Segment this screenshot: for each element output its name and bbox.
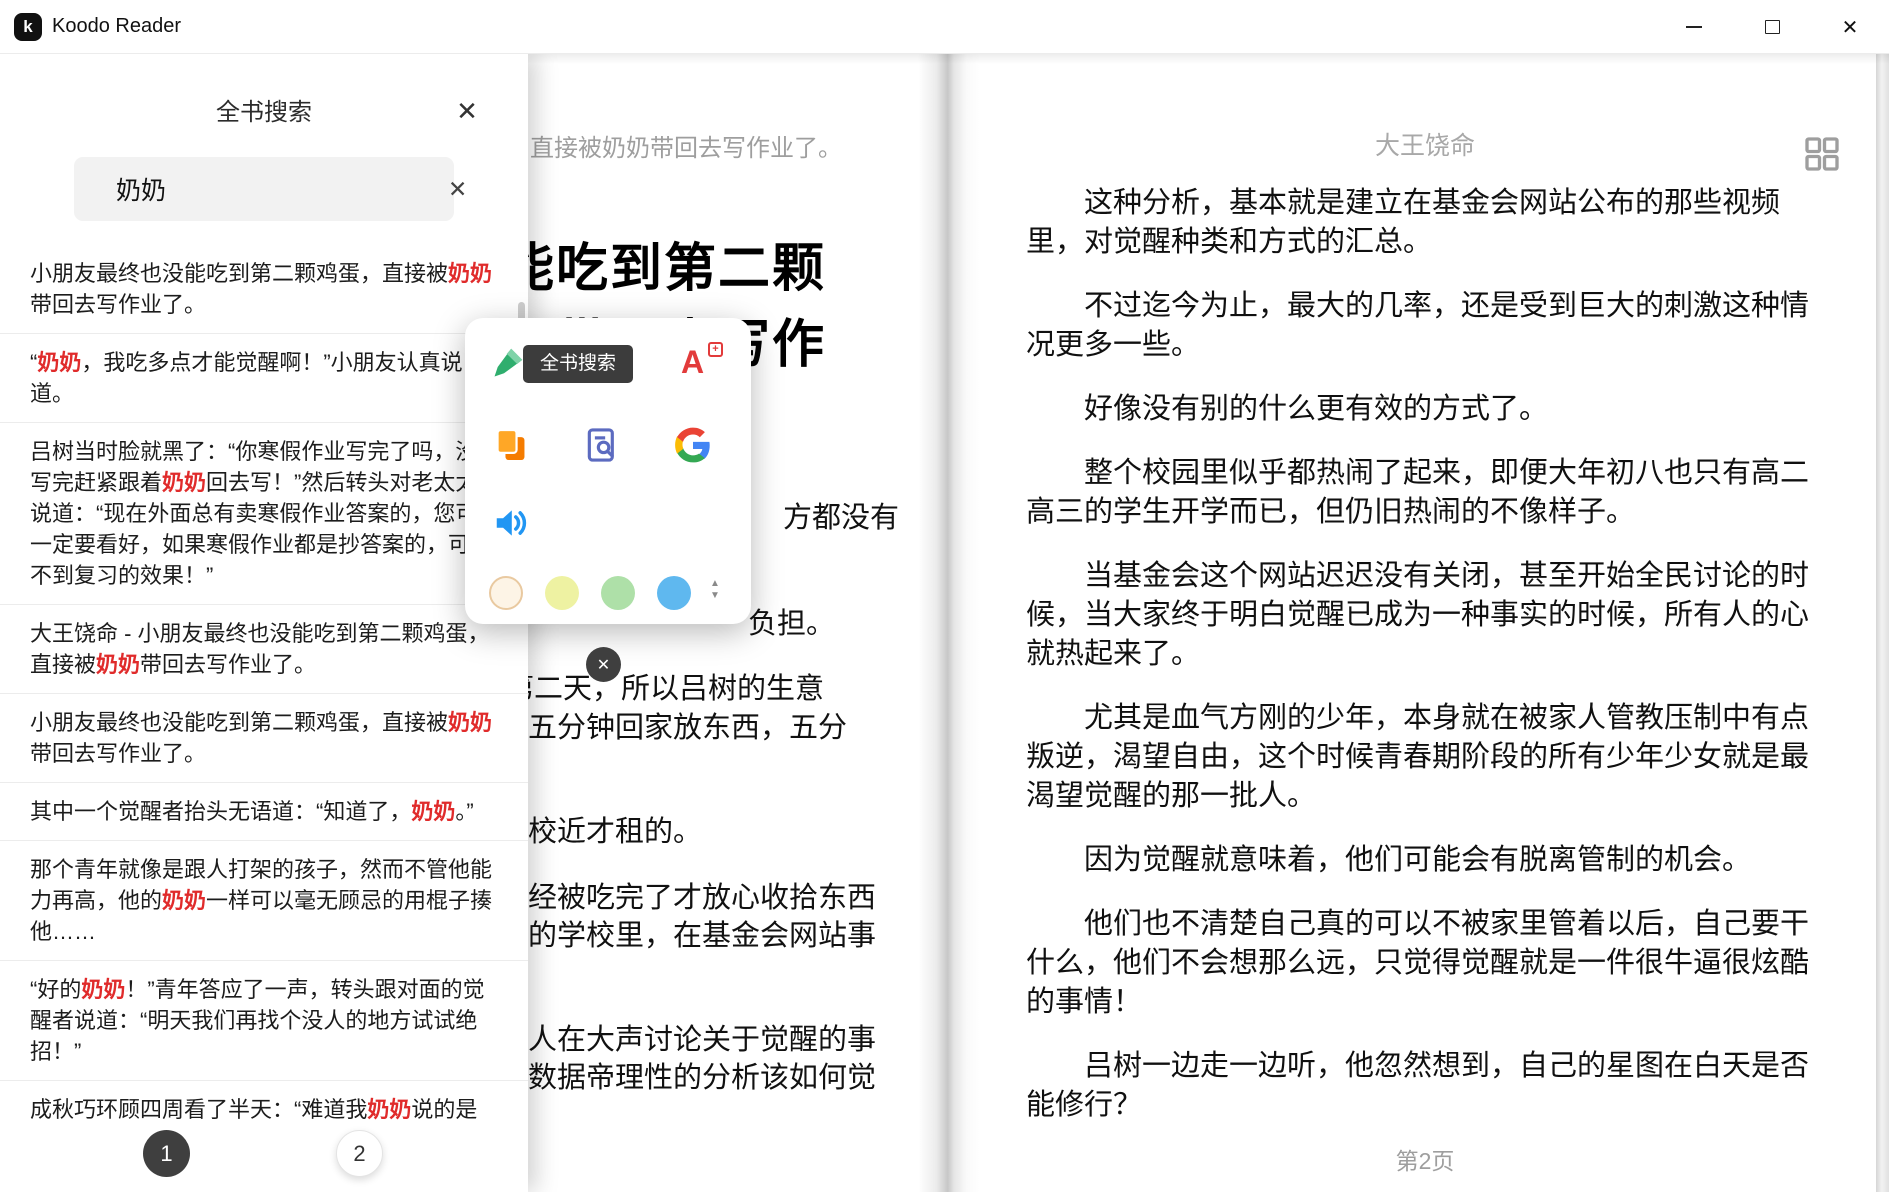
highlight-color-yellow[interactable] xyxy=(545,576,579,610)
color-spinner[interactable]: ▲ ▼ xyxy=(705,578,725,602)
app-title: Koodo Reader xyxy=(52,15,181,38)
left-page-text-fragment: 人在大声讨论关于觉醒的事 xyxy=(528,1016,876,1058)
search-result-text: 那个青年就像是跟人打架的孩子，然而不管他能力再高，他的奶奶一样可以毫无顾忌的用棍… xyxy=(30,854,494,947)
app-logo: k xyxy=(14,13,42,41)
left-page-text-fragment: 负担。 xyxy=(748,600,835,642)
pagination-page-2[interactable]: 2 xyxy=(336,1130,383,1177)
page-right-edge xyxy=(1876,54,1889,1192)
search-panel: 全书搜索 ✕ ✕ 小朋友最终也没能吃到第二颗鸡蛋，直接被奶奶带回去写作业了。 “… xyxy=(0,54,528,1192)
page-body-text: 这种分析，基本就是建立在基金会网站公布的那些视频里，对觉醒种类和方式的汇总。 不… xyxy=(1026,184,1826,1150)
search-box[interactable]: ✕ xyxy=(74,157,454,221)
close-icon: ✕ xyxy=(456,96,478,127)
search-result-item[interactable]: 吕树当时脸就黑了：“你寒假作业写完了吗，没写完赶紧跟着奶奶回去写！”然后转头对老… xyxy=(0,423,528,605)
left-page-text-fragment: 的学校里，在基金会网站事 xyxy=(528,912,876,954)
chevron-down-icon: ▼ xyxy=(710,590,720,602)
paragraph: 不过迄今为止，最大的几率，还是受到巨大的刺激这种情况更多一些。 xyxy=(1026,287,1826,365)
left-page-text-fragment: 五分钟回家放东西，五分 xyxy=(528,704,847,746)
search-result-text: 成秋巧环顾四周看了半天：“难道我奶奶说的是真的？” xyxy=(30,1094,494,1121)
popup-close-button[interactable]: ✕ xyxy=(586,647,621,682)
search-result-text: 大王饶命 - 小朋友最终也没能吃到第二颗鸡蛋，直接被奶奶带回去写作业了。 xyxy=(30,618,494,680)
close-icon: ✕ xyxy=(1842,15,1859,40)
highlight-color-blue[interactable] xyxy=(657,576,691,610)
left-page-text-fragment: 方都没有 xyxy=(783,494,899,536)
paragraph: 他们也不清楚自己真的可以不被家里管着以后，自己要干什么，他们不会想那么远，只觉得… xyxy=(1026,905,1826,1022)
left-page-text-fragment: 第二天，所以吕树的生意 xyxy=(505,665,824,707)
app-logo-letter: k xyxy=(23,17,32,37)
left-page-title-line: 能吃到第二颗 xyxy=(502,226,826,301)
close-window-button[interactable]: ✕ xyxy=(1811,0,1889,54)
search-result-item[interactable]: “好的奶奶！”青年答应了一声，转头跟对面的觉醒者说道：“明天我们再找个没人的地方… xyxy=(0,961,528,1081)
search-result-text: 其中一个觉醒者抬头无语道：“知道了，奶奶。” xyxy=(30,796,494,827)
search-panel-title: 全书搜索 xyxy=(0,92,528,127)
page-number: 第2页 xyxy=(975,1142,1875,1176)
search-result-item[interactable]: 成秋巧环顾四周看了半天：“难道我奶奶说的是真的？” xyxy=(0,1081,528,1121)
search-result-item[interactable]: “奶奶，我吃多点才能觉醒啊！”小朋友认真说道。 xyxy=(0,334,528,423)
pagination-page-1[interactable]: 1 xyxy=(143,1130,190,1177)
translate-icon[interactable]: A + xyxy=(681,342,725,384)
search-panel-close-button[interactable]: ✕ xyxy=(450,94,484,128)
clear-search-icon[interactable]: ✕ xyxy=(448,176,467,203)
paragraph: 吕树一边走一边听，他忽然想到，自己的星图在白天是否能修行？ xyxy=(1026,1047,1826,1125)
search-results-list: 小朋友最终也没能吃到第二颗鸡蛋，直接被奶奶带回去写作业了。 “奶奶，我吃多点才能… xyxy=(0,245,528,1121)
search-pagination: 1 2 xyxy=(0,1130,528,1178)
maximize-icon xyxy=(1765,20,1780,34)
search-result-item[interactable]: 大王饶命 - 小朋友最终也没能吃到第二颗鸡蛋，直接被奶奶带回去写作业了。 xyxy=(0,605,528,694)
paragraph: 因为觉醒就意味着，他们可能会有脱离管制的机会。 xyxy=(1026,841,1826,880)
paragraph: 整个校园里似乎都热闹了起来，即便大年初八也只有高二高三的学生开学而已，但仍旧热闹… xyxy=(1026,454,1826,532)
paragraph: 这种分析，基本就是建立在基金会网站公布的那些视频里，对觉醒种类和方式的汇总。 xyxy=(1026,184,1826,262)
search-result-text: “奶奶，我吃多点才能觉醒啊！”小朋友认真说道。 xyxy=(30,347,494,409)
search-result-item[interactable]: 其中一个觉醒者抬头无语道：“知道了，奶奶。” xyxy=(0,783,528,841)
google-search-icon[interactable] xyxy=(674,426,712,464)
left-page-text-fragment: 校近才租的。 xyxy=(528,808,702,850)
search-tooltip: 全书搜索 xyxy=(523,345,633,383)
selection-popup: 全书搜索 A + xyxy=(465,318,751,624)
highlight-color-green[interactable] xyxy=(601,576,635,610)
close-icon: ✕ xyxy=(597,655,610,675)
search-result-text: “好的奶奶！”青年答应了一声，转头跟对面的觉醒者说道：“明天我们再找个没人的地方… xyxy=(30,974,494,1067)
left-page-text-fragment: 数据帝理性的分析该如何觉 xyxy=(528,1054,876,1096)
search-result-text: 小朋友最终也没能吃到第二颗鸡蛋，直接被奶奶带回去写作业了。 xyxy=(30,707,494,769)
chapter-title: 大王饶命 xyxy=(975,126,1875,162)
search-input[interactable] xyxy=(116,175,438,204)
translate-letter: A xyxy=(681,344,704,381)
highlighter-pen-icon[interactable] xyxy=(489,344,527,382)
highlight-color-cream[interactable] xyxy=(489,576,523,610)
search-result-text: 小朋友最终也没能吃到第二颗鸡蛋，直接被奶奶带回去写作业了。 xyxy=(30,258,494,320)
grid-view-icon[interactable] xyxy=(1802,134,1842,174)
maximize-button[interactable] xyxy=(1733,0,1811,54)
search-result-text: 吕树当时脸就黑了：“你寒假作业写完了吗，没写完赶紧跟着奶奶回去写！”然后转头对老… xyxy=(30,436,494,591)
chevron-up-icon: ▲ xyxy=(710,578,720,590)
paragraph: 好像没有别的什么更有效的方式了。 xyxy=(1026,390,1826,429)
paragraph: 尤其是血气方刚的少年，本身就在被家人管教压制中有点叛逆，渴望自由，这个时候青春期… xyxy=(1026,699,1826,816)
search-result-item[interactable]: 小朋友最终也没能吃到第二颗鸡蛋，直接被奶奶带回去写作业了。 xyxy=(0,694,528,783)
left-page-text-fragment: 经被吃完了才放心收拾东西 xyxy=(528,874,876,916)
search-result-item[interactable]: 小朋友最终也没能吃到第二颗鸡蛋，直接被奶奶带回去写作业了。 xyxy=(0,245,528,334)
search-result-item[interactable]: 那个青年就像是跟人打架的孩子，然而不管他能力再高，他的奶奶一样可以毫无顾忌的用棍… xyxy=(0,841,528,961)
text-to-speech-icon[interactable] xyxy=(492,504,530,542)
dictionary-search-icon[interactable] xyxy=(583,426,621,464)
titlebar: k Koodo Reader ✕ xyxy=(0,0,1889,54)
left-page-running-header: 直接被奶奶带回去写作业了。 xyxy=(530,128,842,163)
minimize-icon xyxy=(1686,26,1702,28)
window-controls: ✕ xyxy=(1655,0,1889,54)
copy-icon[interactable] xyxy=(492,426,530,464)
translate-plus-icon: + xyxy=(708,342,723,357)
paragraph: 当基金会这个网站迟迟没有关闭，甚至开始全民讨论的时候，当大家终于明白觉醒已成为一… xyxy=(1026,557,1826,674)
page-spine xyxy=(918,54,980,1192)
minimize-button[interactable] xyxy=(1655,0,1733,54)
